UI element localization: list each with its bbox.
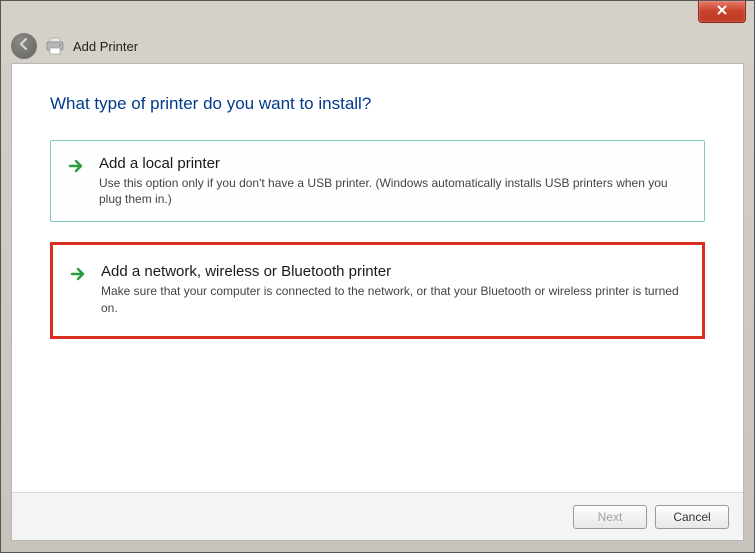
option-text: Add a local printer Use this option only…	[99, 155, 686, 207]
add-printer-window: Add Printer What type of printer do you …	[0, 0, 755, 553]
cancel-button[interactable]: Cancel	[655, 505, 729, 529]
option-desc-network: Make sure that your computer is connecte…	[101, 283, 684, 315]
option-title-local: Add a local printer	[99, 155, 686, 172]
arrow-right-icon	[67, 157, 85, 175]
option-desc-local: Use this option only if you don't have a…	[99, 175, 686, 207]
titlebar	[1, 1, 754, 29]
option-text: Add a network, wireless or Bluetooth pri…	[101, 263, 684, 315]
wizard-header: Add Printer	[1, 29, 754, 63]
option-network-printer[interactable]: Add a network, wireless or Bluetooth pri…	[50, 242, 705, 338]
wizard-title: Add Printer	[73, 39, 138, 54]
option-local-printer[interactable]: Add a local printer Use this option only…	[50, 140, 705, 222]
close-icon	[716, 3, 728, 21]
back-arrow-icon	[17, 37, 31, 56]
content-area: What type of printer do you want to inst…	[11, 63, 744, 541]
page-heading: What type of printer do you want to inst…	[50, 94, 705, 114]
back-button[interactable]	[11, 33, 37, 59]
footer-bar: Next Cancel	[12, 492, 743, 540]
printer-icon	[45, 37, 65, 55]
arrow-right-icon	[69, 265, 87, 283]
next-button[interactable]: Next	[573, 505, 647, 529]
close-button[interactable]	[698, 1, 746, 23]
option-title-network: Add a network, wireless or Bluetooth pri…	[101, 263, 684, 280]
